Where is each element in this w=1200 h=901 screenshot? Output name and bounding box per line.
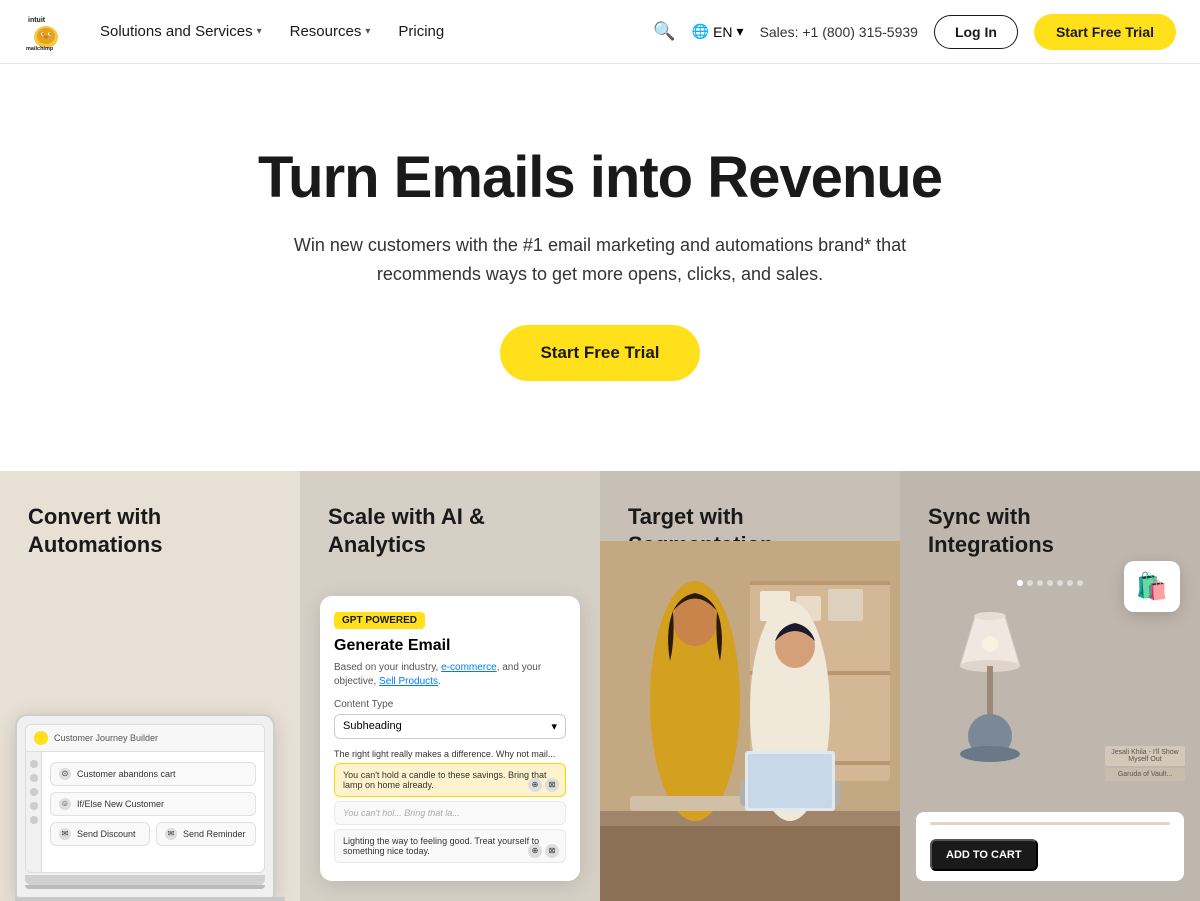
laptop-keyboard bbox=[15, 897, 285, 901]
nav-pricing[interactable]: Pricing bbox=[398, 23, 444, 40]
journey-row: ✉ Send Reminder bbox=[156, 822, 256, 846]
customer-icon: ☺ bbox=[59, 798, 71, 810]
sales-phone: Sales: +1 (800) 315-5939 bbox=[760, 24, 918, 40]
card-subtitle: Based on your industry, e-commerce, and … bbox=[334, 661, 566, 689]
chevron-down-icon: ▾ bbox=[257, 26, 262, 37]
feature-segmentation: Target with Segmentation bbox=[600, 471, 900, 901]
nav-trial-button[interactable]: Start Free Trial bbox=[1034, 14, 1176, 50]
nav-resources[interactable]: Resources ▾ bbox=[290, 23, 371, 40]
login-button[interactable]: Log In bbox=[934, 15, 1018, 49]
chevron-down-icon: ▾ bbox=[551, 720, 557, 733]
journey-step-label: Send Reminder bbox=[183, 829, 246, 839]
feature-title-automations: Convert with Automations bbox=[28, 503, 228, 560]
card-title: Generate Email bbox=[334, 637, 566, 655]
features-section: Convert with Automations Customer Journe… bbox=[0, 471, 1200, 901]
nav-left: intuit mailchimp Solutions and Services … bbox=[24, 10, 444, 54]
book-title: Garuda of Vault... bbox=[1105, 768, 1185, 781]
hero-heading: Turn Emails into Revenue bbox=[40, 144, 1160, 211]
carousel-dot[interactable] bbox=[1057, 580, 1063, 586]
product-card: ADD TO CART bbox=[916, 812, 1184, 881]
copy-icon[interactable]: ⊕ bbox=[528, 844, 542, 858]
svg-text:intuit: intuit bbox=[28, 17, 46, 24]
objective-link[interactable]: Sell Products bbox=[379, 676, 438, 687]
logo-icon: intuit mailchimp bbox=[24, 10, 68, 54]
chimp-logo-icon bbox=[34, 731, 48, 745]
chevron-down-icon: ▾ bbox=[737, 23, 744, 40]
shopify-icon: 🛍️ bbox=[1124, 561, 1180, 612]
email-suggestion: You can't hold a candle to these savings… bbox=[334, 763, 566, 797]
search-icon[interactable]: 🔍 bbox=[653, 21, 675, 42]
email-generator-card: GPT POWERED Generate Email Based on your… bbox=[320, 596, 580, 881]
mail-icon: ✉ bbox=[165, 828, 177, 840]
logo[interactable]: intuit mailchimp bbox=[24, 10, 68, 54]
chevron-down-icon: ▾ bbox=[365, 26, 370, 37]
journey-builder-label: Customer Journey Builder bbox=[54, 733, 158, 743]
preview-text: The right light really makes a differenc… bbox=[334, 749, 566, 759]
laptop-base bbox=[25, 875, 265, 885]
industry-link[interactable]: e-commerce bbox=[441, 662, 497, 673]
cart-icon: ⊙ bbox=[59, 768, 71, 780]
feature-title-integrations: Sync with Integrations bbox=[928, 503, 1128, 560]
content-type-select[interactable]: Subheading ▾ bbox=[334, 714, 566, 739]
journey-step-label: Customer abandons cart bbox=[77, 769, 176, 779]
feature-automations: Convert with Automations Customer Journe… bbox=[0, 471, 300, 901]
laptop-foot bbox=[25, 885, 265, 889]
globe-icon: 🌐 bbox=[692, 23, 709, 40]
journey-row: ⊙ Customer abandons cart bbox=[50, 762, 256, 786]
language-selector[interactable]: 🌐 EN ▾ bbox=[692, 23, 744, 40]
book-title: Jesali Khila - I'll Show Myself Out bbox=[1105, 746, 1185, 766]
mail-icon: ✉ bbox=[59, 828, 71, 840]
nav-solutions[interactable]: Solutions and Services ▾ bbox=[100, 23, 262, 40]
email-suggestion: Lighting the way to feeling good. Treat … bbox=[334, 829, 566, 863]
gpt-badge: GPT POWERED bbox=[334, 612, 425, 629]
people-photo bbox=[600, 541, 900, 901]
feature-title-ai: Scale with AI & Analytics bbox=[328, 503, 528, 560]
hero-trial-button[interactable]: Start Free Trial bbox=[500, 325, 699, 381]
add-to-cart-button[interactable]: ADD TO CART bbox=[930, 839, 1038, 871]
laptop-mockup: Customer Journey Builder bbox=[10, 714, 290, 901]
journey-row: ✉ Send Discount bbox=[50, 822, 150, 846]
hero-section: Turn Emails into Revenue Win new custome… bbox=[0, 64, 1200, 471]
main-nav: intuit mailchimp Solutions and Services … bbox=[0, 0, 1200, 64]
carousel-dot[interactable] bbox=[1077, 580, 1083, 586]
journey-row: ☺ If/Else New Customer bbox=[50, 792, 256, 816]
copy-icon[interactable]: ⊕ bbox=[528, 778, 542, 792]
nav-links: Solutions and Services ▾ Resources ▾ Pri… bbox=[100, 23, 444, 40]
hero-subheading: Win new customers with the #1 email mark… bbox=[290, 231, 910, 289]
feature-integrations: Sync with Integrations 🛍️ bbox=[900, 471, 1200, 901]
nav-right: 🔍 🌐 EN ▾ Sales: +1 (800) 315-5939 Log In… bbox=[653, 14, 1176, 50]
journey-step-label: If/Else New Customer bbox=[77, 799, 164, 809]
lamp-illustration bbox=[930, 586, 1050, 771]
svg-text:mailchimp: mailchimp bbox=[26, 46, 54, 52]
feature-ai: Scale with AI & Analytics GPT POWERED Ge… bbox=[300, 471, 600, 901]
carousel-dot[interactable] bbox=[1067, 580, 1073, 586]
delete-icon[interactable]: ⊠ bbox=[545, 844, 559, 858]
sidebar-panel bbox=[26, 752, 42, 872]
content-type-label: Content Type bbox=[334, 699, 566, 710]
journey-step-label: Send Discount bbox=[77, 829, 136, 839]
delete-icon[interactable]: ⊠ bbox=[545, 778, 559, 792]
books-stack: Jesali Khila - I'll Show Myself Out Garu… bbox=[1105, 746, 1185, 781]
